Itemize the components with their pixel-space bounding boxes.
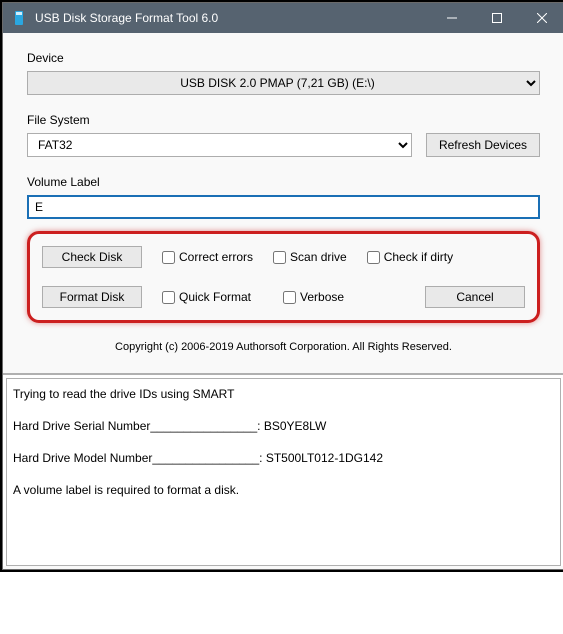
log-area: Trying to read the drive IDs using SMART… <box>3 373 563 566</box>
filesystem-label: File System <box>27 113 540 127</box>
copyright-text: Copyright (c) 2006-2019 Authorsoft Corpo… <box>27 341 540 353</box>
check-disk-button[interactable]: Check Disk <box>42 246 142 268</box>
check-if-dirty-checkbox[interactable] <box>367 251 380 264</box>
quick-format-label: Quick Format <box>179 290 251 304</box>
close-button[interactable] <box>519 3 563 33</box>
volume-label-label: Volume Label <box>27 175 540 189</box>
maximize-button[interactable] <box>474 3 519 33</box>
log-line: Hard Drive Serial Number________________… <box>13 419 554 433</box>
scan-drive-label: Scan drive <box>290 250 347 264</box>
log-output[interactable]: Trying to read the drive IDs using SMART… <box>6 378 561 566</box>
titlebar: USB Disk Storage Format Tool 6.0 <box>3 3 563 33</box>
device-select[interactable]: USB DISK 2.0 PMAP (7,21 GB) (E:\) <box>27 71 540 95</box>
quick-format-checkbox[interactable] <box>162 291 175 304</box>
log-line: A volume label is required to format a d… <box>13 483 554 497</box>
action-highlight-box: Check Disk Correct errors Scan drive Che… <box>27 231 540 323</box>
verbose-label: Verbose <box>300 290 344 304</box>
minimize-button[interactable] <box>429 3 474 33</box>
format-disk-button[interactable]: Format Disk <box>42 286 142 308</box>
correct-errors-label: Correct errors <box>179 250 253 264</box>
scan-drive-checkbox[interactable] <box>273 251 286 264</box>
log-line: Hard Drive Model Number________________:… <box>13 451 554 465</box>
volume-label-input[interactable] <box>27 195 540 219</box>
log-line: Trying to read the drive IDs using SMART <box>13 387 554 401</box>
correct-errors-checkbox[interactable] <box>162 251 175 264</box>
main-content: Device USB DISK 2.0 PMAP (7,21 GB) (E:\)… <box>3 33 563 373</box>
filesystem-select[interactable]: FAT32 <box>27 133 412 157</box>
verbose-checkbox[interactable] <box>283 291 296 304</box>
scan-drive-check[interactable]: Scan drive <box>273 250 347 264</box>
refresh-devices-button[interactable]: Refresh Devices <box>426 133 540 157</box>
window-title: USB Disk Storage Format Tool 6.0 <box>35 11 429 25</box>
cancel-button[interactable]: Cancel <box>425 286 525 308</box>
app-icon <box>11 10 27 26</box>
device-label: Device <box>27 51 540 65</box>
quick-format-check[interactable]: Quick Format <box>162 290 251 304</box>
app-window: USB Disk Storage Format Tool 6.0 Device … <box>2 2 563 570</box>
verbose-check[interactable]: Verbose <box>283 290 344 304</box>
check-if-dirty-label: Check if dirty <box>384 250 453 264</box>
check-if-dirty-check[interactable]: Check if dirty <box>367 250 453 264</box>
correct-errors-check[interactable]: Correct errors <box>162 250 253 264</box>
